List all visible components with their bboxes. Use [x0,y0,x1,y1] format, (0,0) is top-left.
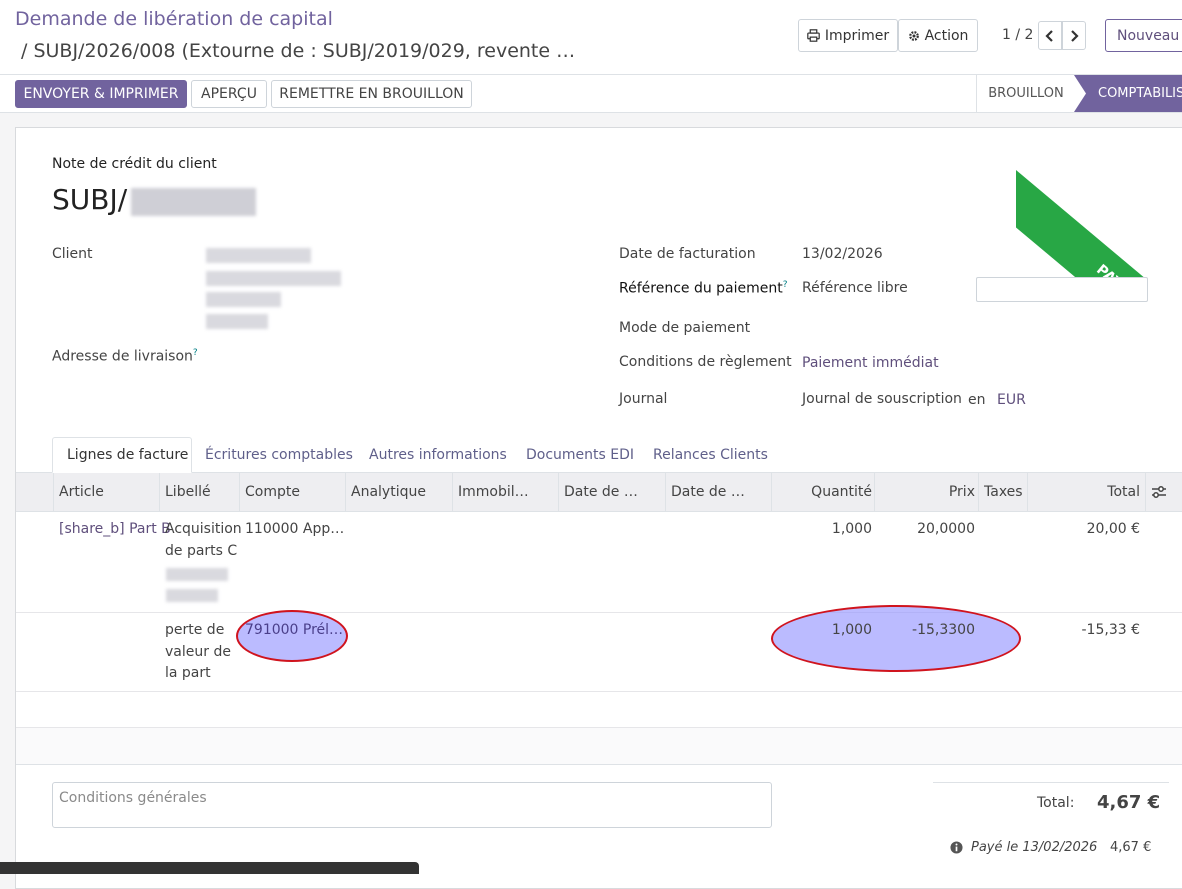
row-1-price: 20,0000 [917,521,975,537]
document-name: SUBJ/ [52,183,128,216]
journal-value[interactable]: Journal de souscription [802,391,962,407]
row-2-label-2: valeur de [165,644,231,660]
row-2-account: 791000 Prél… [245,622,344,638]
preview-button[interactable]: APERÇU [191,80,267,108]
status-draft[interactable]: BROUILLON [977,75,1075,112]
column-total[interactable]: Total [1030,473,1140,511]
payment-reference-value: Référence libre [802,280,908,296]
payment-reference-input[interactable] [976,277,1148,302]
info-icon[interactable] [950,841,963,854]
payment-reference-label: Référence du paiement? [619,280,788,297]
paid-amount: 4,67 € [1110,840,1152,855]
row-divider [16,612,1182,613]
column-date-2[interactable]: Date de … [671,473,771,511]
redacted-client-line-3 [206,292,281,307]
total-amount: 4,67 € [1097,792,1161,813]
column-date-1[interactable]: Date de … [564,473,664,511]
status-posted: COMPTABILISÉ [1098,86,1182,101]
currency-value[interactable]: EUR [997,392,1026,408]
column-account[interactable]: Compte [245,473,345,511]
row-2-price: -15,3300 [912,622,975,638]
redacted-label-line-2 [166,589,218,602]
paid-ribbon: PAYÉ [1016,128,1182,278]
payment-terms-label: Conditions de règlement [619,354,792,370]
paid-date: Payé le 13/02/2026 [971,840,1098,855]
empty-row [16,728,1182,764]
redacted-client-line-4 [206,314,268,329]
column-article[interactable]: Article [59,473,159,511]
new-label: Nouveau [1117,27,1180,44]
tab-customer-followups[interactable]: Relances Clients [653,437,768,473]
row-1-quantity: 1,000 [831,521,872,537]
delivery-address-label: Adresse de livraison? [52,348,198,365]
terms-conditions-field[interactable]: Conditions générales [52,782,772,828]
row-2-total: -15,33 € [1081,622,1141,638]
row-1-label-2: de parts C [165,543,238,559]
form-statusbar: ENVOYER & IMPRIMER APERÇU REMETTRE EN BR… [0,75,1182,113]
redacted-client-line-2 [206,271,341,286]
printer-icon [807,29,820,42]
row-1-account: 110000 App… [245,521,345,537]
total-divider [933,782,1169,783]
column-label[interactable]: Libellé [165,473,235,511]
invoice-date-value[interactable]: 13/02/2026 [802,246,883,262]
column-analytic[interactable]: Analytique [351,473,451,511]
reset-draft-button[interactable]: REMETTRE EN BROUILLON [271,80,472,108]
control-panel: Demande de libération de capital / SUBJ/… [0,0,1182,75]
redacted-label-line-1 [166,568,228,581]
gear-icon [908,30,919,41]
row-2-quantity: 1,000 [831,622,872,638]
table-bottom-border [16,764,1182,765]
invoice-date-label: Date de facturation [619,246,756,262]
column-quantity[interactable]: Quantité [774,473,872,511]
column-asset[interactable]: Immobil… [458,473,558,511]
action-label: Action [924,27,969,44]
form-sheet: PAYÉ Note de crédit du client SUBJ/ Clie… [15,127,1182,889]
breadcrumb-parent[interactable]: Demande de libération de capital [15,8,333,30]
help-tooltip-icon[interactable]: ? [783,280,788,290]
currency-prefix: en [968,392,986,408]
redacted-name [131,188,256,216]
row-1-total: 20,00 € [1086,521,1140,537]
tab-invoice-lines[interactable]: Lignes de facture [52,437,192,473]
payment-mode-label: Mode de paiement [619,320,751,336]
action-button[interactable]: Action [898,19,978,52]
payment-terms-value[interactable]: Paiement immédiat [802,355,939,371]
paid-ribbon-label: PAYÉ [1016,170,1182,278]
send-print-button[interactable]: ENVOYER & IMPRIMER [15,80,187,108]
link-url-tooltip [0,862,419,874]
total-label: Total: [1037,795,1075,811]
row-2-label-1: perte de [165,622,225,638]
help-tooltip-icon[interactable]: ? [193,348,198,358]
row-2-label-3: la part [165,665,211,681]
chevron-left-icon [1045,29,1053,42]
column-price[interactable]: Prix [877,473,975,511]
client-label: Client [52,246,93,262]
redacted-client-line-1 [206,248,311,263]
tab-journal-items[interactable]: Écritures comptables [205,437,353,473]
column-taxes[interactable]: Taxes [984,473,1026,511]
breadcrumb-current: / SUBJ/2026/008 (Extourne de : SUBJ/2019… [21,40,576,62]
row-1-article[interactable]: [share_b] Part B [59,518,171,540]
invoice-lines-header: Article Libellé Compte Analytique Immobi… [16,473,1182,512]
pager-previous-button[interactable] [1038,21,1062,50]
print-button[interactable]: Imprimer [798,19,898,52]
tab-other-info[interactable]: Autres informations [369,437,507,473]
tab-edi-documents[interactable]: Documents EDI [526,437,634,473]
chevron-right-icon [1071,29,1079,42]
column-settings-icon[interactable] [1151,485,1167,499]
pager-next-button[interactable] [1062,21,1086,50]
document-type: Note de crédit du client [52,156,217,172]
new-button[interactable]: Nouveau [1105,19,1182,52]
row-1-label-1: Acquisition [165,521,242,537]
print-label: Imprimer [824,27,890,44]
pager-value[interactable]: 1 / 2 [1002,27,1033,43]
journal-label: Journal [619,391,668,407]
row-divider [16,691,1182,692]
